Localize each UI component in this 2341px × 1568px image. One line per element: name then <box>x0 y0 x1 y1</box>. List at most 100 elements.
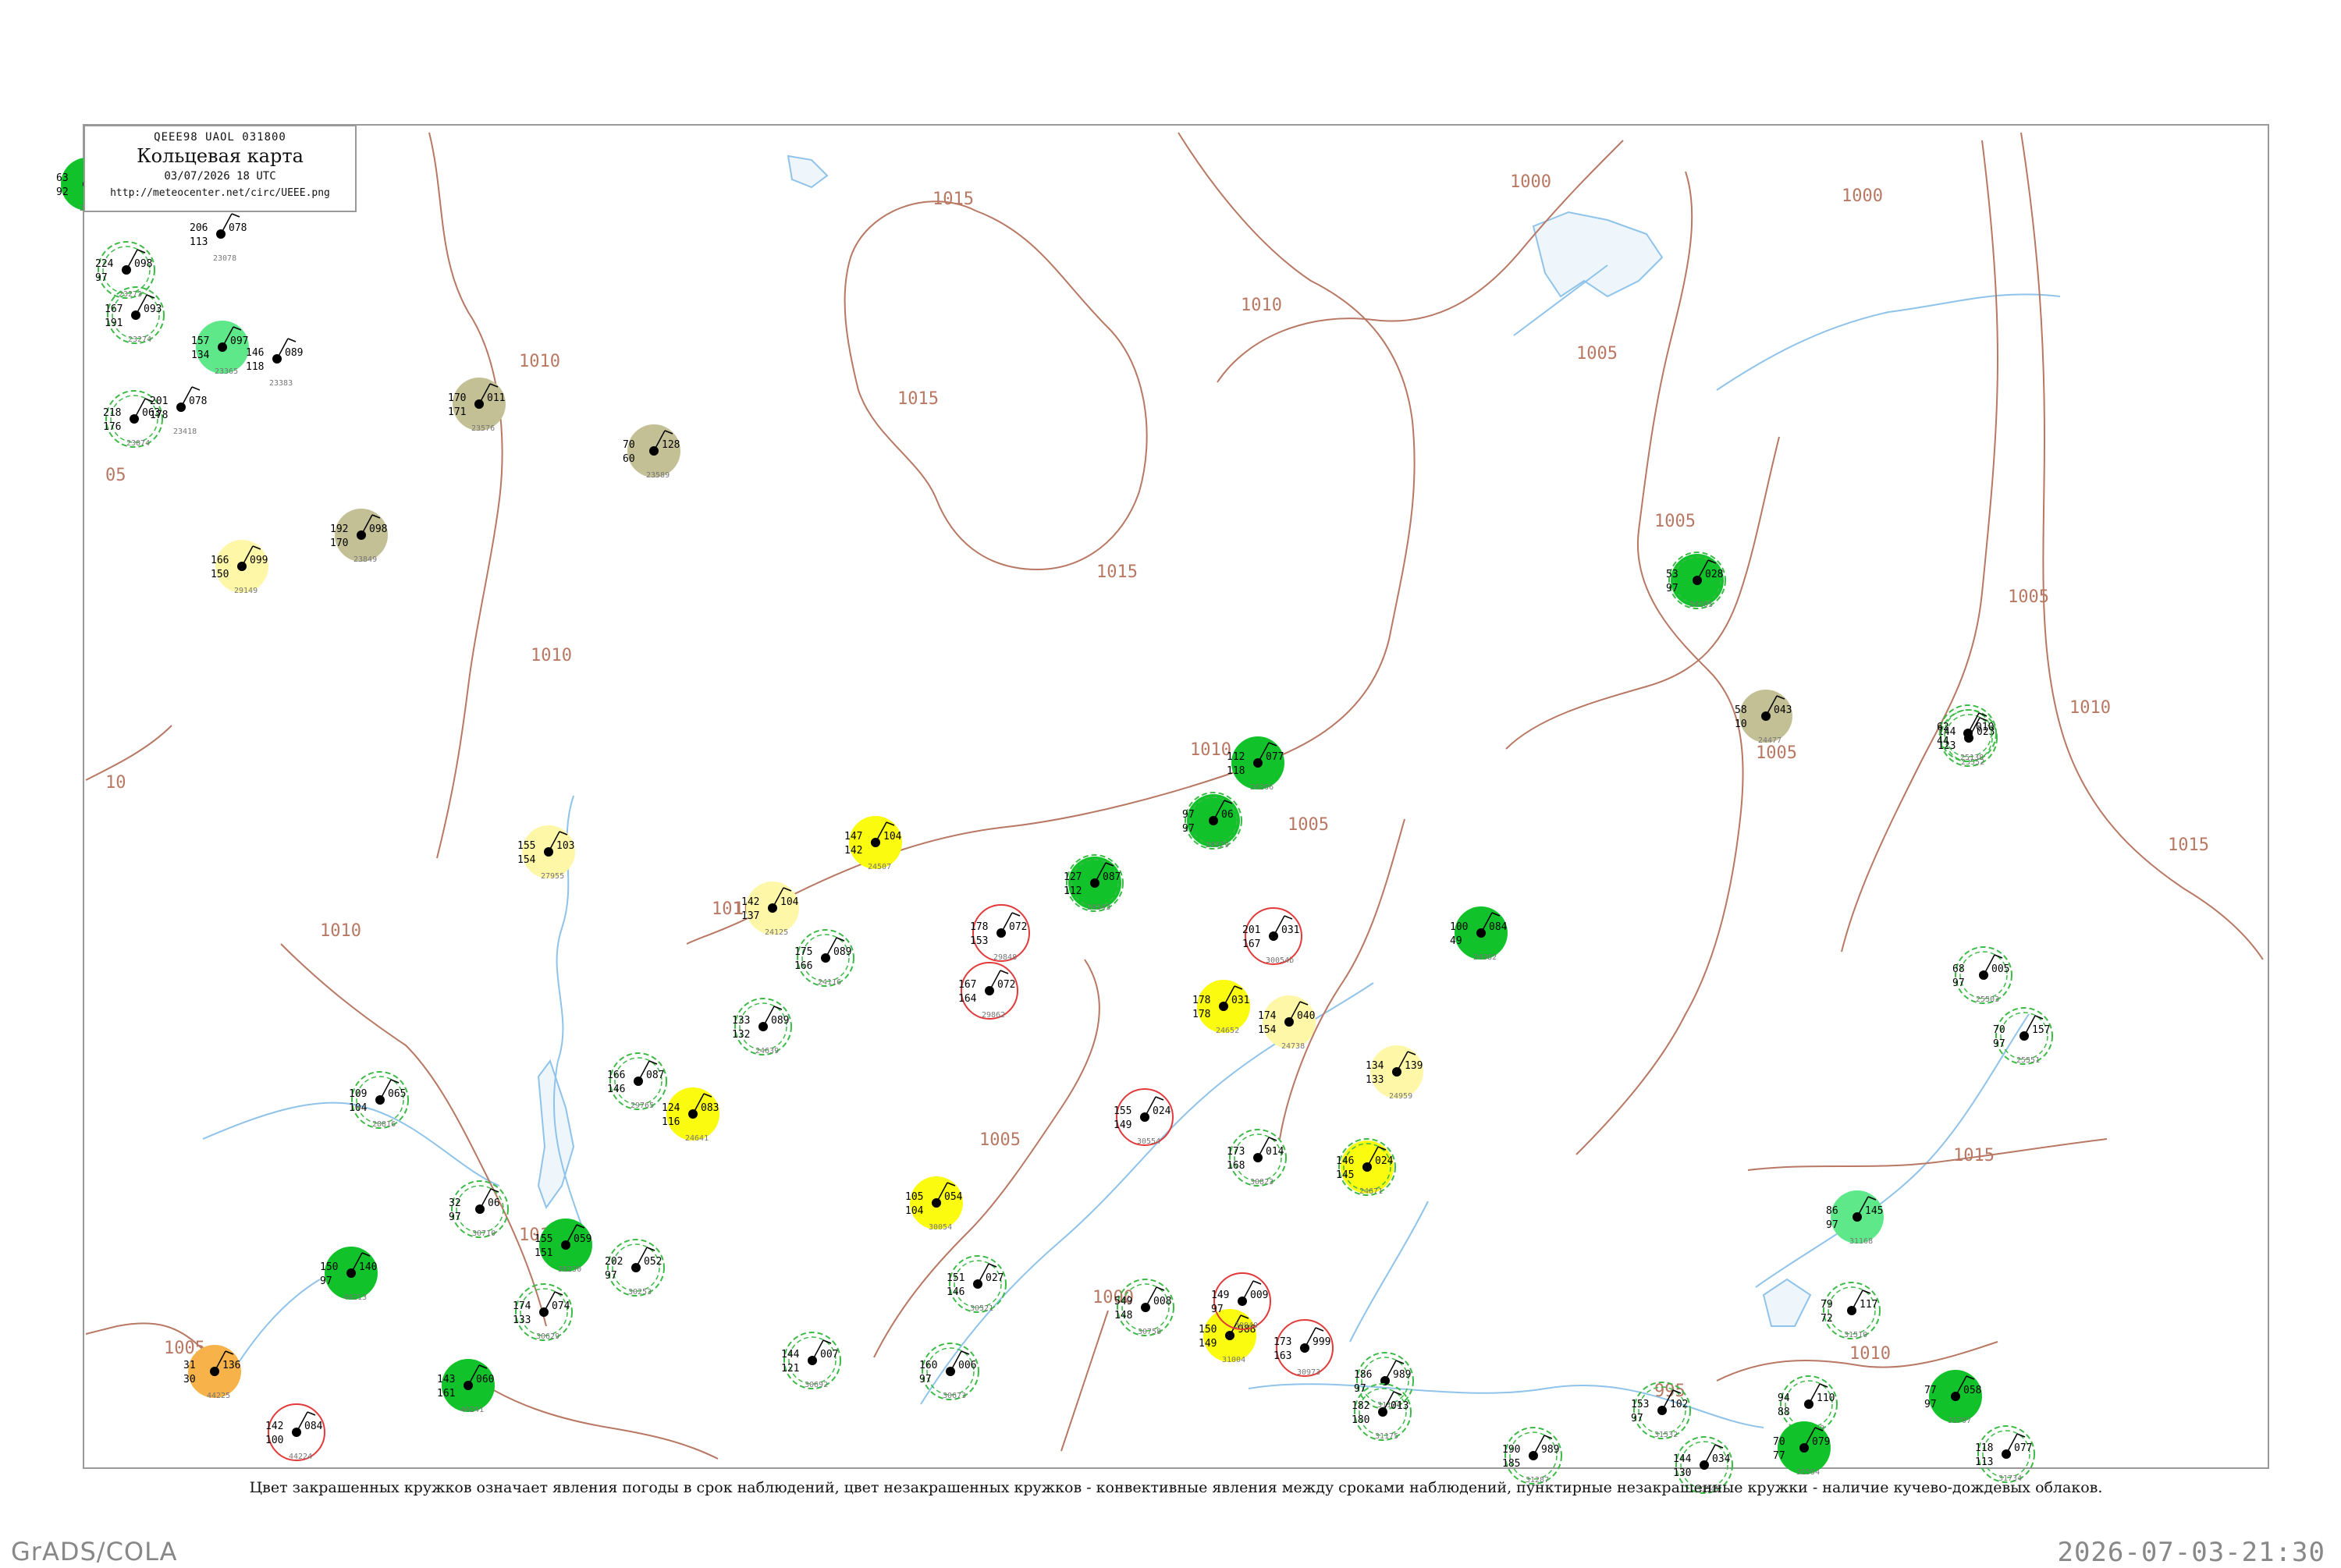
temperature-value: 144 <box>1673 1453 1692 1465</box>
dewpoint-value: 180 <box>1352 1414 1369 1426</box>
temperature-value: 170 <box>448 392 466 404</box>
pressure-value: 060 <box>476 1374 494 1385</box>
dewpoint-value: 134 <box>191 349 210 361</box>
dewpoint-value: 161 <box>437 1388 455 1399</box>
temperature-value: 133 <box>732 1015 750 1027</box>
pressure-value: 06 <box>488 1197 500 1209</box>
pressure-value: 093 <box>144 303 162 315</box>
dewpoint-value: 148 <box>1114 1310 1132 1321</box>
dewpoint-value: 166 <box>794 960 812 972</box>
pressure-value: 145 <box>1865 1205 1883 1217</box>
station-index: 24382 <box>1473 953 1497 962</box>
pressure-value: 052 <box>644 1256 662 1268</box>
station-index: 24738 <box>1281 1042 1305 1051</box>
temperature-value: 142 <box>265 1421 283 1432</box>
pressure-value: 043 <box>1774 704 1792 716</box>
temperature-value: 218 <box>103 407 121 419</box>
isobar-label: 1010 <box>531 646 572 665</box>
temperature-value: 70 <box>623 439 635 451</box>
pressure-value: 074 <box>552 1300 570 1312</box>
isobar-label: 1000 <box>1842 186 1883 206</box>
dewpoint-value: 118 <box>246 361 264 373</box>
station-index: 24671 <box>1359 1187 1383 1196</box>
software-credit: GrADS/COLA <box>11 1537 178 1566</box>
dewpoint-value: 10 <box>1735 718 1747 730</box>
temperature-value: 150 <box>1199 1324 1217 1336</box>
dewpoint-value: 171 <box>448 406 466 418</box>
station-index: 25503 <box>1976 995 1999 1004</box>
temperature-value: 146 <box>246 347 264 359</box>
station-index: 31004 <box>1222 1356 1245 1364</box>
pressure-value: 054 <box>944 1191 963 1203</box>
isobar-label: 1015 <box>1953 1146 1995 1165</box>
pressure-value: 097 <box>230 335 248 347</box>
temperature-value: 190 <box>1502 1444 1520 1456</box>
dewpoint-value: 170 <box>330 537 348 549</box>
dewpoint-value: 146 <box>607 1084 625 1095</box>
dewpoint-value: 44 <box>1937 736 1949 747</box>
pressure-value: 098 <box>369 523 387 535</box>
temperature-value: 134 <box>1366 1060 1384 1072</box>
isobar-label: 1000 <box>1510 172 1551 192</box>
bulletin-code: QEEE98 UAOL 031800 <box>154 131 286 144</box>
station-index: 30629 <box>536 1332 559 1341</box>
dewpoint-value: 146 <box>947 1286 964 1298</box>
dewpoint-value: 121 <box>781 1363 799 1375</box>
station-index: 23274 <box>128 335 151 344</box>
isobar-label: 1005 <box>1576 344 1618 364</box>
station-index: 23849 <box>353 555 377 564</box>
temperature-value: 201 <box>1242 924 1260 936</box>
dewpoint-value: 153 <box>970 935 988 947</box>
temperature-value: 155 <box>535 1233 552 1245</box>
dewpoint-value: 178 <box>1192 1009 1210 1020</box>
isobar-label: 1005 <box>979 1130 1021 1150</box>
station-index: 24266 <box>1250 783 1274 792</box>
station-index: 30054b <box>1266 956 1294 965</box>
temperature-value: 146 <box>1336 1155 1354 1167</box>
dewpoint-value: 133 <box>1366 1074 1384 1086</box>
temperature-value: 157 <box>191 335 209 347</box>
pressure-value: 024 <box>1153 1105 1171 1117</box>
dewpoint-value: 97 <box>1952 977 1965 989</box>
isobar-label: 1015 <box>2168 835 2209 855</box>
pressure-value: 098 <box>134 258 152 270</box>
pressure-value: 028 <box>1705 569 1723 580</box>
dewpoint-value: 97 <box>95 272 108 284</box>
station-index: 27955 <box>541 872 564 881</box>
dewpoint-value: 104 <box>905 1205 924 1217</box>
source-url-link[interactable]: http://meteocenter.net/circ/UEEE.png <box>85 187 355 199</box>
temperature-value: 70 <box>1993 1024 2005 1036</box>
temperature-value: 192 <box>330 523 348 535</box>
dewpoint-value: 168 <box>1227 1160 1245 1172</box>
pressure-value: 140 <box>359 1261 377 1273</box>
pressure-value: 006 <box>958 1360 976 1371</box>
station-index: 24477 <box>1758 736 1782 745</box>
station-index: 24116 <box>818 978 841 987</box>
station-index: 30973 <box>1297 1368 1320 1377</box>
legend-caption: Цвет закрашенных кружков означает явлени… <box>249 1479 2103 1496</box>
temperature-value: 206 <box>190 222 208 234</box>
dewpoint-value: 164 <box>958 993 977 1005</box>
station-index: 30230 <box>558 1265 581 1274</box>
pressure-value: 077 <box>1266 751 1284 763</box>
temperature-value: 155 <box>1114 1105 1131 1117</box>
pressure-value: 128 <box>662 439 680 451</box>
pressure-value: 072 <box>1009 921 1027 933</box>
pressure-value: 040 <box>1297 1010 1315 1022</box>
map-frame <box>83 124 2269 1469</box>
dewpoint-value: 97 <box>1826 1219 1838 1231</box>
pressure-value: 136 <box>222 1360 240 1371</box>
pressure-value: 077 <box>2014 1442 2032 1454</box>
pressure-value: 084 <box>304 1421 323 1432</box>
dewpoint-value: 191 <box>105 318 123 329</box>
dewpoint-value: 133 <box>513 1314 531 1326</box>
station-index: 23383 <box>269 379 293 388</box>
pressure-value: 065 <box>388 1088 406 1100</box>
render-timestamp: 2026-07-03-21:30 <box>2057 1537 2325 1568</box>
station-index: 30692 <box>805 1381 828 1389</box>
isobar-label: 1010 <box>1190 740 1231 760</box>
temperature-value: 182 <box>1352 1400 1369 1412</box>
station-index: 24639 <box>755 1047 779 1055</box>
dewpoint-value: 185 <box>1502 1458 1520 1470</box>
isobar-label: 1010 <box>1849 1344 1891 1364</box>
